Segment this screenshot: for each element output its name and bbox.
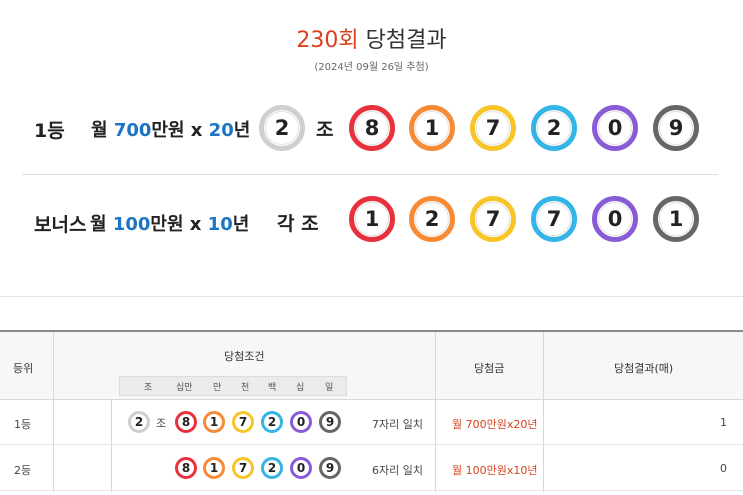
number-ball: 7: [232, 457, 254, 479]
header-result: 당첨결과(매): [614, 362, 674, 375]
header-prize: 당첨금: [474, 362, 505, 375]
winner-count: 0: [720, 462, 727, 475]
match-condition: 7자리 일치: [372, 418, 423, 431]
number-ball: 7: [470, 196, 516, 242]
number-ball: 1: [203, 411, 225, 433]
group-ball: 2: [128, 411, 150, 433]
prize-amount: 월 700만원x20년: [452, 418, 538, 431]
number-ball: 2: [261, 457, 283, 479]
number-ball: 0: [592, 196, 638, 242]
number-ball: 8: [349, 105, 395, 151]
number-ball: 2: [409, 196, 455, 242]
results-table: 등위 당첨조건 당첨금 당첨결과(매) 조 십만 만 천 백 십 일 1등 2 …: [0, 330, 743, 492]
row-rank: 2등: [14, 464, 32, 477]
divider: [22, 174, 718, 175]
table-row: 1등 2 조 8 1 7 2 0 9 7자리 일치 월 700만원x20년 1: [0, 400, 743, 445]
number-ball: 7: [531, 196, 577, 242]
first-prize-desc: 월 700만원 x 20년: [91, 120, 251, 141]
number-ball: 7: [232, 411, 254, 433]
header-rank: 등위: [13, 362, 34, 375]
number-ball: 9: [653, 105, 699, 151]
title-suffix: 당첨결과: [358, 28, 447, 53]
sub-header-jo: 조: [144, 383, 153, 393]
row-rank: 1등: [14, 418, 32, 431]
number-ball: 7: [470, 105, 516, 151]
first-prize-rank: 1등: [34, 120, 65, 142]
sub-header-il: 일: [325, 383, 334, 393]
winner-count: 1: [720, 416, 727, 429]
number-ball: 1: [349, 196, 395, 242]
number-ball: 8: [175, 457, 197, 479]
number-ball: 2: [531, 105, 577, 151]
bonus-prize-years: 10: [207, 214, 233, 235]
prize-amount: 월 100만원x10년: [452, 464, 538, 477]
number-ball: 1: [409, 105, 455, 151]
group-ball: 2: [259, 105, 305, 151]
first-prize-row: 1등 월 700만원 x 20년 2 조 8 1 7 2 0 9: [0, 98, 743, 158]
sub-header-man: 만: [213, 383, 222, 393]
number-ball: 0: [592, 105, 638, 151]
digit-position-header: 조 십만 만 천 백 십 일: [119, 376, 347, 396]
number-ball: 0: [290, 457, 312, 479]
bonus-prize-rank: 보너스: [34, 214, 87, 236]
sub-header-cheon: 천: [241, 383, 250, 393]
first-prize-years: 20: [208, 120, 234, 141]
header-condition: 당첨조건: [224, 350, 265, 363]
sub-header-baek: 백: [268, 383, 277, 393]
bonus-prize-row: 보너스 월 100만원 x 10년 각 조 1 2 7 7 0 1: [0, 192, 743, 252]
match-condition: 6자리 일치: [372, 464, 423, 477]
number-ball: 0: [290, 411, 312, 433]
number-ball: 2: [261, 411, 283, 433]
number-ball: 9: [319, 457, 341, 479]
jo-label: 조: [156, 417, 167, 430]
number-ball: 1: [203, 457, 225, 479]
each-group-label: 각 조: [277, 213, 319, 235]
number-ball: 8: [175, 411, 197, 433]
round-number: 230회: [296, 28, 359, 53]
number-ball: 9: [319, 411, 341, 433]
first-prize-amount: 700: [113, 120, 152, 141]
jo-label: 조: [316, 119, 334, 141]
sub-header-sip: 십: [296, 383, 305, 393]
bonus-prize-amount: 100: [112, 214, 151, 235]
bonus-prize-desc: 월 100만원 x 10년: [90, 214, 250, 235]
table-row: 2등 8 1 7 2 0 9 6자리 일치 월 100만원x10년 0: [0, 446, 743, 491]
draw-date: (2024년 09월 26일 추첨): [314, 62, 429, 73]
page-title: 230회 당첨결과: [0, 22, 743, 54]
number-ball: 1: [653, 196, 699, 242]
table-header: 등위 당첨조건 당첨금 당첨결과(매) 조 십만 만 천 백 십 일: [0, 332, 743, 400]
section-divider: [0, 296, 743, 297]
sub-header-sipman: 십만: [176, 383, 193, 393]
